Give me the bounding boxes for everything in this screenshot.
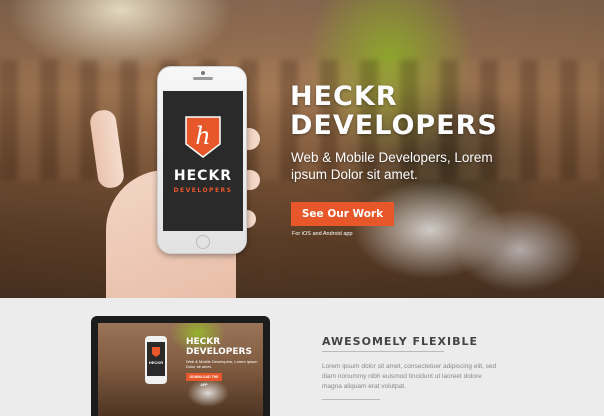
app-title: HECKR (173, 168, 233, 184)
mini-hero-title-line2: DEVELOPERS (186, 347, 252, 357)
mini-hero-title: HECKR DEVELOPERS (186, 337, 252, 357)
phone-screen: h HECKR DEVELOPERS (163, 91, 243, 231)
app-subtitle: DEVELOPERS (173, 187, 233, 194)
phone-camera (201, 71, 205, 75)
hero-section: h HECKR DEVELOPERS HECKR DEVELOPERS Web … (0, 0, 604, 298)
feature-divider (322, 399, 380, 400)
mini-hero-title-line1: HECKR (186, 337, 221, 347)
mini-phone-screen: HECKR (147, 342, 165, 376)
mini-app-title: HECKR (148, 360, 164, 365)
phone-speaker (193, 77, 213, 80)
heckr-logo-badge: h (185, 116, 221, 158)
cta-note: For iOS and Android app (292, 231, 353, 237)
laptop-screen: HECKR HECKR DEVELOPERS Web & Mobile Deve… (98, 323, 263, 416)
feature-title-underline (322, 351, 444, 352)
mini-logo-badge (152, 347, 160, 357)
hero-title-line2: DEVELOPERS (290, 110, 498, 141)
phone-home-button (196, 235, 210, 249)
feature-text: Lorem ipsum dolor sit amet, consectetuer… (322, 363, 497, 390)
badge-letter: h (195, 122, 210, 150)
phone-mockup: h HECKR DEVELOPERS (157, 66, 247, 254)
mini-hero-description: Web & Mobile Developers, Lorem ipsum Dol… (186, 359, 258, 369)
hero-description: Web & Mobile Developers, Lorem ipsum Dol… (291, 150, 493, 182)
see-our-work-button[interactable]: See Our Work (291, 202, 394, 226)
hero-title-line1: HECKR (290, 81, 398, 112)
laptop-mockup: HECKR HECKR DEVELOPERS Web & Mobile Deve… (91, 316, 270, 416)
feature-title: AWESOMELY FLEXIBLE (322, 335, 479, 348)
hero-title: HECKR DEVELOPERS (290, 82, 590, 140)
mini-download-button: DOWNLOAD THE APP (186, 373, 222, 387)
mini-phone-mockup: HECKR (145, 336, 167, 384)
